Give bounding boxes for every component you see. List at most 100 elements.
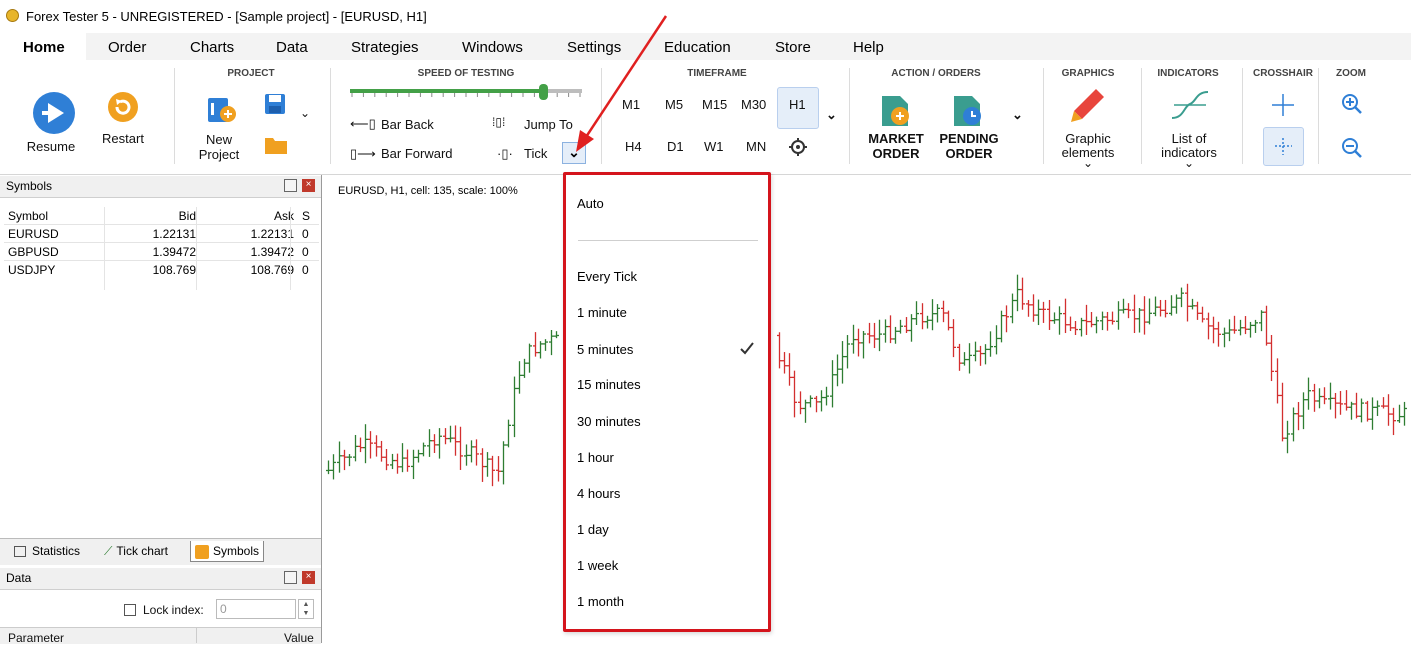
restart-label[interactable]: Restart bbox=[102, 131, 144, 146]
jump-to-label[interactable]: Jump To bbox=[524, 117, 573, 132]
speed-slider[interactable] bbox=[350, 84, 582, 104]
tab-home[interactable]: Home bbox=[23, 39, 65, 56]
price-chart[interactable] bbox=[322, 175, 1411, 643]
ohlc-bar bbox=[1100, 311, 1105, 331]
tab-tick-chart[interactable]: ⟋ Tick chart bbox=[100, 541, 172, 561]
timeframe-more-chevron-icon[interactable]: ⌄ bbox=[826, 107, 837, 123]
dropdown-item-1-hour[interactable]: 1 hour bbox=[577, 450, 614, 465]
ohlc-bar bbox=[1047, 299, 1052, 330]
resume-icon[interactable] bbox=[31, 90, 77, 136]
tab-windows[interactable]: Windows bbox=[462, 39, 523, 56]
bar-back-label[interactable]: Bar Back bbox=[381, 117, 434, 132]
lock-index-input[interactable]: 0 bbox=[216, 599, 296, 619]
timeframe-w1[interactable]: W1 bbox=[704, 139, 724, 154]
pending-order-label-1[interactable]: PENDING bbox=[939, 131, 998, 146]
data-panel-restore-icon[interactable] bbox=[284, 571, 297, 584]
resume-label[interactable]: Resume bbox=[27, 139, 75, 154]
new-project-icon[interactable] bbox=[206, 95, 238, 125]
tab-symbols[interactable]: Symbols bbox=[190, 541, 265, 562]
indicator-curve-icon[interactable] bbox=[1170, 88, 1210, 122]
ohlc-bar bbox=[1248, 321, 1253, 338]
timeframe-m30[interactable]: M30 bbox=[741, 97, 766, 112]
jump-to-icon[interactable]: ⁞▯⁞ bbox=[492, 115, 505, 129]
ohlc-bar bbox=[1253, 319, 1258, 333]
table-row[interactable]: EURUSD 1.22131 1.22131 0 bbox=[4, 224, 319, 243]
col-spread[interactable]: S bbox=[298, 207, 319, 225]
col-ask[interactable]: Ask bbox=[200, 207, 298, 225]
ohlc-bar bbox=[1126, 303, 1131, 319]
ohlc-bar bbox=[1216, 321, 1221, 347]
ohlc-bar bbox=[777, 332, 782, 369]
crosshair-mode-button[interactable] bbox=[1263, 127, 1304, 166]
dropdown-item-every-tick[interactable]: Every Tick bbox=[577, 269, 637, 284]
open-folder-icon[interactable] bbox=[264, 135, 288, 155]
dropdown-item-1-minute[interactable]: 1 minute bbox=[577, 305, 627, 320]
tick-label[interactable]: Tick bbox=[524, 146, 547, 161]
zoom-in-icon[interactable] bbox=[1341, 93, 1363, 115]
symbols-table-header: Symbol Bid Ask S bbox=[4, 207, 319, 225]
table-row[interactable]: USDJPY 108.769 108.769 0 bbox=[4, 260, 319, 278]
graphic-elements-label-1[interactable]: Graphic bbox=[1065, 131, 1111, 146]
ohlc-bar bbox=[517, 361, 522, 394]
market-order-label-1[interactable]: MARKET bbox=[868, 131, 924, 146]
list-of-indicators-label-1[interactable]: List of bbox=[1172, 131, 1207, 146]
timeframe-mn[interactable]: MN bbox=[746, 139, 766, 154]
market-order-icon[interactable] bbox=[880, 92, 916, 128]
lock-index-checkbox[interactable] bbox=[124, 604, 136, 616]
col-symbol[interactable]: Symbol bbox=[4, 207, 102, 225]
lock-index-spinner[interactable]: ▲ ▼ bbox=[298, 599, 314, 619]
dropdown-item-1-day[interactable]: 1 day bbox=[577, 522, 609, 537]
tab-help[interactable]: Help bbox=[853, 39, 884, 56]
pending-order-label-2[interactable]: ORDER bbox=[946, 146, 993, 161]
new-project-label-1[interactable]: New bbox=[206, 132, 232, 147]
tab-strategies[interactable]: Strategies bbox=[351, 39, 419, 56]
timeframe-m15[interactable]: M15 bbox=[702, 97, 727, 112]
bar-forward-label[interactable]: Bar Forward bbox=[381, 146, 453, 161]
table-row[interactable]: GBPUSD 1.39472 1.39472 0 bbox=[4, 242, 319, 261]
ohlc-bar bbox=[1015, 274, 1020, 312]
tab-data[interactable]: Data bbox=[276, 39, 308, 56]
graphic-elements-chevron-icon[interactable]: ⌄ bbox=[1083, 156, 1093, 170]
ohlc-bar bbox=[1057, 306, 1062, 335]
lock-index-label: Lock index: bbox=[143, 603, 204, 617]
bid-cell: 1.22131 bbox=[102, 224, 200, 243]
restart-icon[interactable] bbox=[106, 90, 140, 124]
col-bid[interactable]: Bid bbox=[102, 207, 200, 225]
indicators-chevron-icon[interactable]: ⌄ bbox=[1184, 156, 1194, 170]
ohlc-bar bbox=[337, 441, 342, 473]
tab-charts[interactable]: Charts bbox=[190, 39, 234, 56]
dropdown-item-4-hours[interactable]: 4 hours bbox=[577, 486, 620, 501]
bar-forward-icon[interactable]: ▯⟶ bbox=[350, 146, 376, 162]
pending-order-icon[interactable] bbox=[952, 92, 988, 128]
dropdown-item-auto[interactable]: Auto bbox=[577, 196, 604, 211]
ohlc-bar bbox=[326, 460, 331, 475]
dropdown-item-5-minutes[interactable]: 5 minutes bbox=[577, 342, 633, 357]
ohlc-bar bbox=[1375, 400, 1380, 416]
save-dropdown-chevron-icon[interactable]: ⌄ bbox=[300, 106, 310, 120]
tick-icon[interactable]: ·▯· bbox=[497, 146, 513, 162]
tab-store[interactable]: Store bbox=[775, 39, 811, 56]
zoom-out-icon[interactable] bbox=[1341, 137, 1363, 159]
ask-cell: 1.22131 bbox=[200, 224, 298, 243]
save-icon[interactable] bbox=[264, 93, 286, 115]
timeframe-h1[interactable]: H1 bbox=[789, 97, 806, 112]
dropdown-item-15-minutes[interactable]: 15 minutes bbox=[577, 377, 641, 392]
bar-back-icon[interactable]: ⟵▯ bbox=[350, 116, 376, 132]
crosshair-icon[interactable] bbox=[1271, 93, 1295, 117]
pencil-icon[interactable] bbox=[1068, 87, 1106, 125]
orders-more-chevron-icon[interactable]: ⌄ bbox=[1012, 107, 1023, 123]
market-order-label-2[interactable]: ORDER bbox=[873, 146, 920, 161]
dropdown-item-1-week[interactable]: 1 week bbox=[577, 558, 618, 573]
symbols-panel-restore-icon[interactable] bbox=[284, 179, 297, 192]
ohlc-bar bbox=[988, 331, 993, 357]
ohlc-bar bbox=[1004, 305, 1009, 333]
data-panel-close-icon[interactable]: × bbox=[302, 571, 315, 584]
tab-statistics[interactable]: Statistics bbox=[10, 541, 84, 561]
gear-icon[interactable] bbox=[788, 137, 808, 157]
dropdown-item-30-minutes[interactable]: 30 minutes bbox=[577, 414, 641, 429]
dropdown-item-1-month[interactable]: 1 month bbox=[577, 594, 624, 609]
ohlc-bar bbox=[416, 449, 421, 463]
tab-order[interactable]: Order bbox=[108, 39, 146, 56]
new-project-label-2[interactable]: Project bbox=[199, 147, 239, 162]
symbols-panel-close-icon[interactable]: × bbox=[302, 179, 315, 192]
